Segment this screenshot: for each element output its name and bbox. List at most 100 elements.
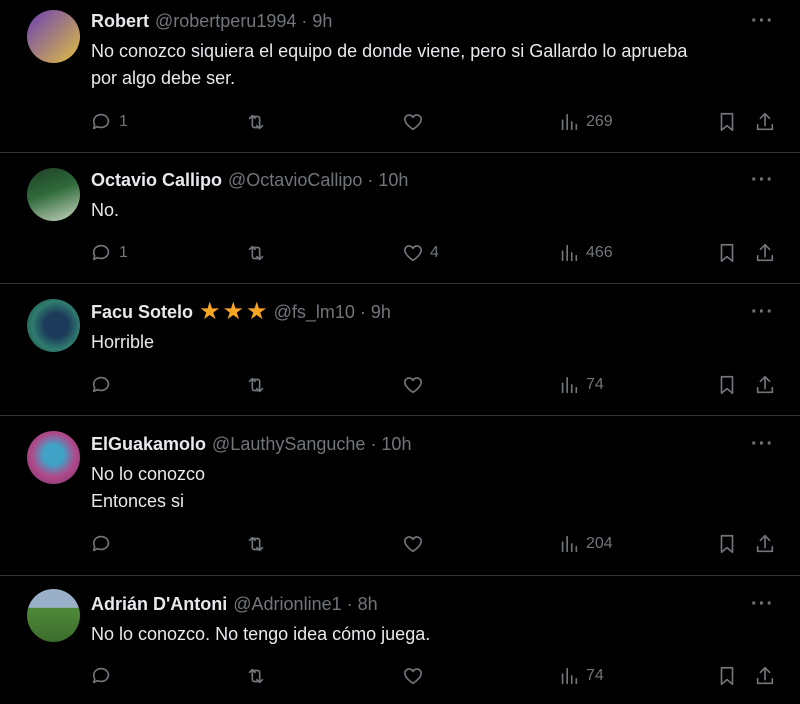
tweet[interactable]: Robert @robertperu1994 · 9h ··· No conoz… (0, 0, 800, 153)
view-count: 466 (586, 244, 613, 261)
reply-button[interactable]: 1 (91, 108, 128, 136)
timestamp[interactable]: 10h (381, 433, 411, 455)
views-button[interactable]: 466 (558, 239, 613, 267)
share-button[interactable] (754, 662, 776, 690)
heart-icon (403, 377, 423, 394)
reply-button[interactable] (91, 371, 113, 399)
reply-count: 1 (119, 113, 128, 130)
bookmark-icon (720, 375, 734, 395)
tweet-text-line: Horrible (91, 332, 155, 352)
author-handle[interactable]: @fs_lm10 (274, 301, 355, 323)
reply-button[interactable] (91, 530, 113, 558)
views-icon (561, 667, 578, 685)
retweet-button[interactable] (245, 108, 267, 136)
share-button[interactable] (754, 239, 776, 267)
bookmark-button[interactable] (716, 662, 738, 690)
bookmark-button[interactable] (716, 371, 738, 399)
tweet-text-line: No lo conozco (91, 464, 206, 484)
retweet-icon (248, 114, 264, 130)
author-handle[interactable]: @robertperu1994 (155, 10, 296, 32)
separator-dot: · (370, 434, 377, 454)
views-button[interactable]: 204 (558, 530, 613, 558)
heart-icon (403, 245, 423, 262)
tweet[interactable]: Facu Sotelo ★ ★ ★ @fs_lm10 · 9h ··· Horr… (0, 284, 800, 416)
more-options-icon[interactable]: ··· (751, 10, 774, 33)
avatar[interactable] (27, 168, 80, 221)
author-handle[interactable]: @Adrionline1 (233, 593, 341, 615)
heart-icon (403, 536, 423, 553)
avatar[interactable] (27, 299, 80, 352)
reply-icon (92, 535, 110, 552)
tweet[interactable]: Octavio Callipo @OctavioCallipo · 10h ··… (0, 153, 800, 284)
like-button[interactable] (402, 371, 424, 399)
views-icon (561, 244, 578, 262)
retweet-icon (248, 377, 264, 393)
timestamp[interactable]: 9h (371, 301, 391, 323)
author-handle[interactable]: @OctavioCallipo (228, 169, 362, 191)
tweet-text-line: Entonces si (91, 491, 185, 511)
reply-button[interactable] (91, 662, 113, 690)
timestamp[interactable]: 10h (378, 169, 408, 191)
star-icon: ★ (222, 298, 245, 325)
author-name[interactable]: Adrián D'Antoni (91, 593, 227, 615)
retweet-button[interactable] (245, 239, 267, 267)
more-options-icon[interactable]: ··· (751, 301, 774, 324)
tweet-text: No lo conozco Entonces si (91, 461, 780, 515)
tweet-text: No lo conozco. No tengo idea cómo juega. (91, 621, 780, 648)
share-icon (756, 375, 774, 394)
views-button[interactable]: 269 (558, 108, 613, 136)
views-icon (561, 535, 578, 553)
views-icon (561, 113, 578, 131)
tweet[interactable]: ElGuakamolo @LauthySanguche · 10h ··· No… (0, 416, 800, 576)
author-name[interactable]: ElGuakamolo (91, 433, 206, 455)
avatar[interactable] (27, 431, 80, 484)
tweet-text-line: por algo debe ser. (91, 68, 236, 88)
more-options-icon[interactable]: ··· (751, 593, 774, 616)
bookmark-icon (720, 112, 734, 132)
action-bar: 74 (0, 662, 800, 690)
retweet-button[interactable] (245, 530, 267, 558)
more-options-icon[interactable]: ··· (751, 433, 774, 456)
tweet-text: No conozco siquiera el equipo de donde v… (91, 38, 780, 92)
retweet-button[interactable] (245, 371, 267, 399)
like-button[interactable] (402, 662, 424, 690)
retweet-button[interactable] (245, 662, 267, 690)
share-button[interactable] (754, 108, 776, 136)
view-count: 74 (586, 376, 604, 393)
views-button[interactable]: 74 (558, 662, 604, 690)
avatar[interactable] (27, 589, 80, 642)
bookmark-button[interactable] (716, 108, 738, 136)
reply-icon (92, 113, 110, 130)
tweet[interactable]: Adrián D'Antoni @Adrionline1 · 8h ··· No… (0, 576, 800, 704)
author-handle[interactable]: @LauthySanguche (212, 433, 365, 455)
view-count: 204 (586, 535, 613, 552)
avatar[interactable] (27, 10, 80, 63)
author-name[interactable]: Robert (91, 10, 149, 32)
action-bar: 74 (0, 371, 800, 399)
bookmark-button[interactable] (716, 530, 738, 558)
views-button[interactable]: 74 (558, 371, 604, 399)
view-count: 74 (586, 667, 604, 684)
author-name[interactable]: Octavio Callipo (91, 169, 222, 191)
star-icon: ★ (199, 298, 221, 325)
heart-icon (403, 114, 423, 131)
tweet-text-line: No. (91, 200, 120, 220)
more-options-icon[interactable]: ··· (751, 169, 774, 192)
reply-button[interactable]: 1 (91, 239, 128, 267)
bookmark-button[interactable] (716, 239, 738, 267)
timestamp[interactable]: 8h (358, 593, 378, 615)
like-button[interactable] (402, 530, 424, 558)
like-button[interactable]: 4 (402, 239, 439, 267)
share-button[interactable] (754, 371, 776, 399)
action-bar: 204 (0, 530, 800, 558)
share-icon (756, 534, 774, 553)
separator-dot: · (301, 11, 308, 31)
tweet-text: No. (91, 197, 780, 224)
tweet-text-line: No conozco siquiera el equipo de donde v… (91, 41, 688, 61)
bookmark-icon (720, 666, 734, 686)
heart-icon (403, 668, 423, 685)
author-name[interactable]: Facu Sotelo (91, 301, 193, 323)
share-button[interactable] (754, 530, 776, 558)
like-button[interactable] (402, 108, 430, 136)
timestamp[interactable]: 9h (312, 10, 332, 32)
